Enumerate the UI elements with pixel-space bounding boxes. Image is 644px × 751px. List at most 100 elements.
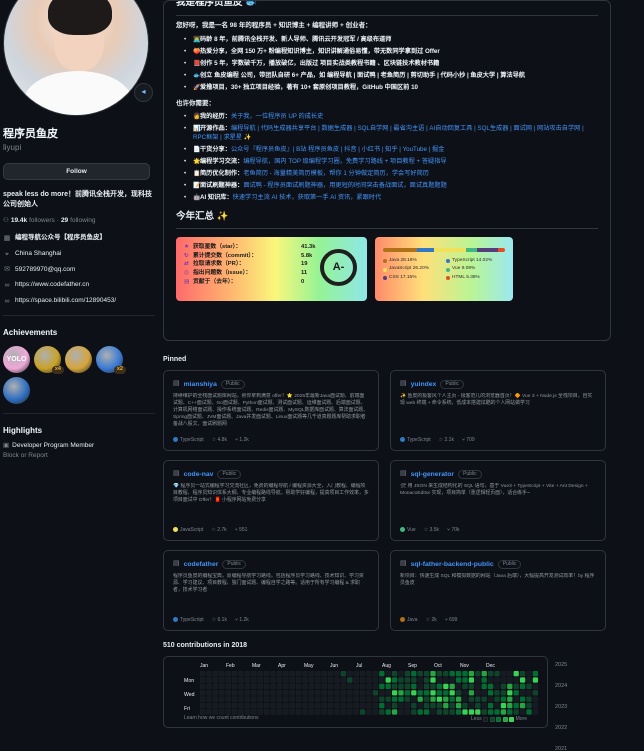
contribution-day-cell[interactable] [379,670,385,677]
contribution-day-cell[interactable] [289,683,295,690]
contribution-day-cell[interactable] [468,709,475,715]
contribution-day-cell[interactable] [475,670,481,677]
contribution-day-cell[interactable] [436,702,443,709]
contribution-day-cell[interactable] [295,677,302,683]
contribution-day-cell[interactable] [398,709,404,715]
contribution-day-cell[interactable] [385,689,392,696]
achievement-badge-pair-extraordinaire[interactable]: x4 [34,345,64,374]
contribution-day-cell[interactable] [436,696,443,702]
contribution-day-cell[interactable] [436,683,443,690]
contribution-day-cell[interactable] [519,696,526,702]
contribution-day-cell[interactable] [398,677,404,683]
contribution-day-cell[interactable] [295,689,302,696]
achievement-badge-arctic-code-vault[interactable] [3,376,30,404]
contribution-day-cell[interactable] [263,696,270,702]
contribution-day-cell[interactable] [500,689,507,696]
contribution-day-cell[interactable] [353,702,360,709]
contribution-day-cell[interactable] [340,709,347,715]
contribution-day-cell[interactable] [513,683,520,690]
contribution-day-cell[interactable] [200,677,206,683]
contribution-day-cell[interactable] [251,670,257,677]
year-link[interactable]: 2021 [555,746,567,751]
contribution-day-cell[interactable] [327,689,334,696]
contribution-day-cell[interactable] [270,702,276,709]
contribution-day-cell[interactable] [251,696,257,702]
contribution-day-cell[interactable] [225,709,232,715]
contribution-day-cell[interactable] [321,689,327,696]
contribution-day-cell[interactable] [417,677,424,683]
contribution-day-cell[interactable] [481,677,488,683]
contribution-day-cell[interactable] [302,683,308,690]
contribution-day-cell[interactable] [359,683,366,690]
contribution-day-cell[interactable] [212,683,219,690]
contribution-day-cell[interactable] [334,683,340,690]
contribution-day-cell[interactable] [289,696,295,702]
repo-name-link[interactable]: mianshiya [184,380,217,389]
repo-name-link[interactable]: code-nav [184,470,214,479]
contribution-day-cell[interactable] [231,677,238,683]
contribution-day-cell[interactable] [212,702,219,709]
contribution-day-cell[interactable] [398,683,404,690]
contribution-day-cell[interactable] [372,677,379,683]
contribution-day-cell[interactable] [366,709,372,715]
contribution-day-cell[interactable] [494,696,500,702]
contribution-day-cell[interactable] [238,709,244,715]
contribution-day-cell[interactable] [475,702,481,709]
contribution-day-cell[interactable] [206,709,212,715]
contribution-day-cell[interactable] [302,689,308,696]
contribution-day-cell[interactable] [378,696,385,702]
contribution-day-cell[interactable] [200,683,206,690]
contribution-day-cell[interactable] [449,709,456,715]
contribution-day-cell[interactable] [385,696,392,702]
contribution-day-cell[interactable] [206,689,212,696]
contribution-day-cell[interactable] [282,683,289,690]
contribution-day-cell[interactable] [442,702,449,709]
contribution-day-cell[interactable] [423,677,430,683]
contribution-day-cell[interactable] [346,696,353,702]
contribution-day-cell[interactable] [340,683,347,690]
contribution-day-cell[interactable] [276,709,283,715]
contribution-day-cell[interactable] [315,670,321,677]
contribution-day-cell[interactable] [276,702,283,709]
contribution-day-cell[interactable] [231,702,238,709]
contribution-day-cell[interactable] [372,689,379,696]
contribution-day-cell[interactable] [238,696,244,702]
contribution-day-cell[interactable] [212,689,219,696]
achievement-badge-quickdraw[interactable] [65,345,92,373]
contribution-day-cell[interactable] [487,702,494,709]
contribution-day-cell[interactable] [276,670,283,677]
contribution-day-cell[interactable] [340,677,347,683]
following-label[interactable]: following [70,217,95,226]
need-link[interactable]: 编程导航，国内 TOP 级编程学习圈，免费学习路线 + 项目教程 + 答疑指导 [243,158,446,165]
contribution-day-cell[interactable] [519,683,526,690]
contribution-day-cell[interactable] [385,702,392,709]
contribution-day-cell[interactable] [455,689,462,696]
contribution-day-cell[interactable] [244,677,251,683]
contribution-day-cell[interactable] [346,702,353,709]
contribution-day-cell[interactable] [391,677,398,683]
contribution-day-cell[interactable] [487,696,494,702]
contribution-day-cell[interactable] [314,709,321,715]
contribution-day-cell[interactable] [263,689,270,696]
year-link[interactable]: 2024 [555,683,567,704]
contribution-day-cell[interactable] [314,677,321,683]
contribution-day-cell[interactable] [200,689,206,696]
contribution-day-cell[interactable] [475,677,481,683]
contribution-day-cell[interactable] [532,689,539,696]
contribution-day-cell[interactable] [462,670,468,677]
contribution-day-cell[interactable] [532,702,539,709]
contribution-day-cell[interactable] [481,696,488,702]
contribution-day-cell[interactable] [487,709,494,715]
contribution-day-cell[interactable] [257,670,263,677]
contribution-day-cell[interactable] [251,683,257,690]
contribution-day-cell[interactable] [200,709,206,715]
contribution-day-cell[interactable] [494,702,500,709]
contribution-day-cell[interactable] [282,702,289,709]
contribution-day-cell[interactable] [455,677,462,683]
contribution-day-cell[interactable] [353,709,360,715]
block-report-link[interactable]: Block or Report [3,452,155,461]
contribution-day-cell[interactable] [442,696,449,702]
contribution-day-cell[interactable] [327,677,334,683]
contribution-day-cell[interactable] [442,689,449,696]
contribution-day-cell[interactable] [526,696,532,702]
